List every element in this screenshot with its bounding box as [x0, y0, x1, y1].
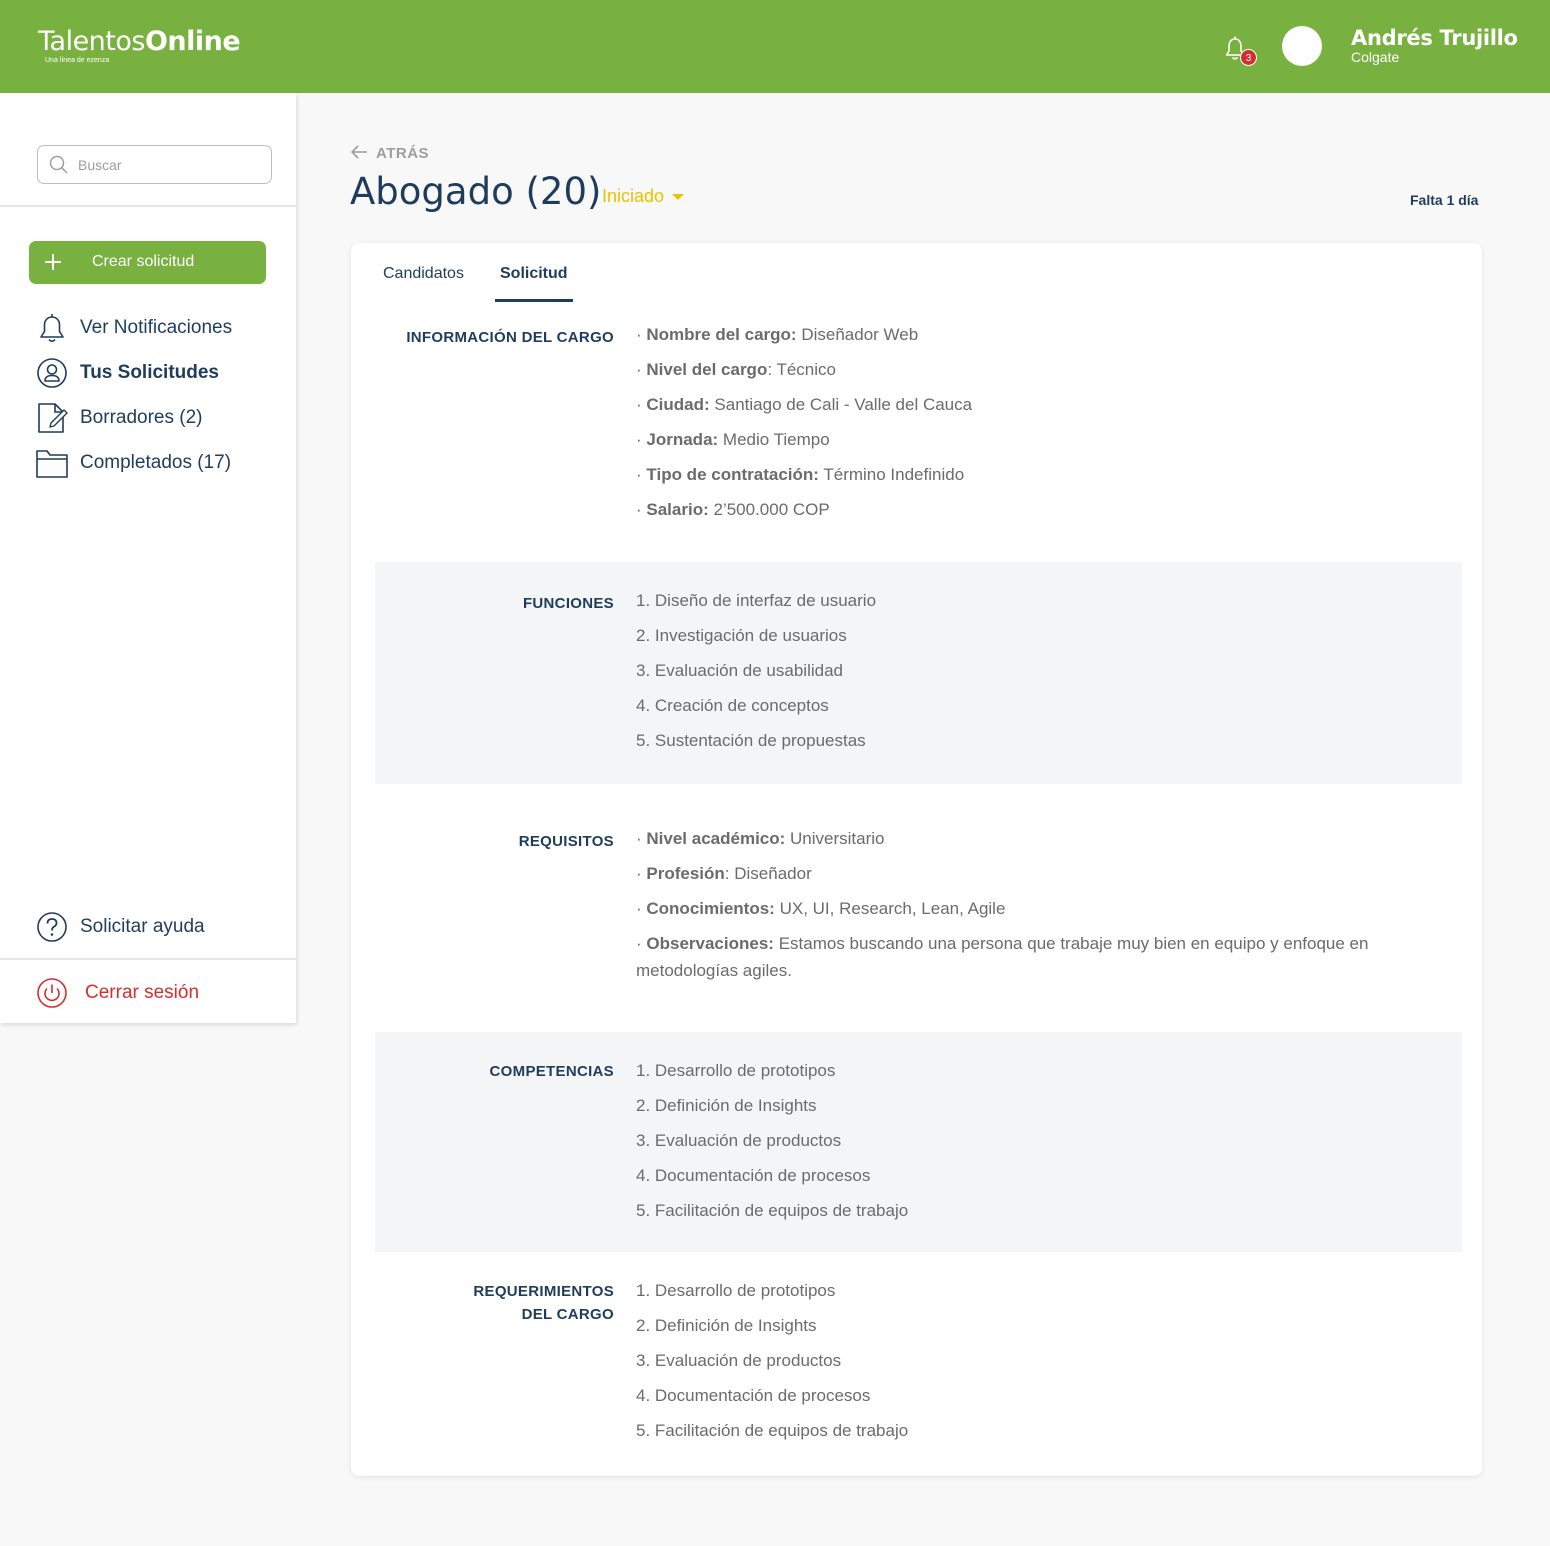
sidebar-item-label: Borradores (2) — [80, 407, 203, 428]
section-requirements: REQUISITOS · Nivel académico: Universita… — [375, 784, 1462, 1032]
folder-icon — [36, 447, 68, 479]
avatar[interactable] — [1282, 26, 1322, 66]
section-job-info: INFORMACIÓN DEL CARGO · Nombre del cargo… — [375, 313, 1462, 562]
section-label: FUNCIONES — [522, 595, 614, 612]
list-item: 4. Documentación de procesos — [636, 1386, 871, 1405]
section-label: REQUISITOS — [518, 833, 614, 850]
request-card: Candidatos Solicitud INFORMACIÓN DEL CAR… — [351, 243, 1482, 1476]
list-item: 2. Definición de Insights — [636, 1316, 817, 1335]
page-title: Abogado (20) — [350, 170, 602, 213]
list-item: · Nombre del cargo: Diseñador Web — [636, 325, 919, 344]
sidebar-item-label: Completados (17) — [80, 452, 232, 473]
top-bar: TalentosOnline Una línea de ezenza 3 And… — [0, 0, 1550, 93]
power-icon — [36, 977, 68, 1009]
logout-button[interactable]: Cerrar sesión — [36, 977, 276, 1009]
search-icon — [49, 155, 69, 180]
sidebar-item-drafts[interactable]: Borradores (2) — [36, 402, 276, 434]
list-item: · Nivel académico: Universitario — [636, 829, 885, 848]
active-tab-indicator — [495, 299, 573, 302]
list-item: · Salario: 2’500.000 COP — [636, 500, 830, 519]
sidebar: Crear solicitud Ver Notificaciones Tus S… — [0, 93, 296, 1023]
document-edit-icon — [36, 402, 68, 434]
sidebar-item-help[interactable]: Solicitar ayuda — [36, 911, 276, 943]
sidebar-item-notifications[interactable]: Ver Notificaciones — [36, 312, 276, 344]
list-item: 3. Evaluación de productos — [636, 1131, 842, 1150]
tab-request[interactable]: Solicitud — [500, 265, 568, 283]
list-item: 5. Facilitación de equipos de trabajo — [636, 1201, 909, 1220]
list-item: 2. Investigación de usuarios — [636, 626, 847, 645]
question-circle-icon — [36, 911, 68, 943]
user-name[interactable]: Andrés Trujillo — [1351, 26, 1518, 50]
status-label: Iniciado — [602, 186, 665, 206]
list-item: · Nivel del cargo: Técnico — [636, 360, 836, 379]
plus-icon — [44, 253, 62, 276]
section-label: INFORMACIÓN DEL CARGO — [406, 329, 614, 346]
sidebar-item-label: Ver Notificaciones — [80, 317, 233, 338]
search-input[interactable] — [78, 155, 258, 175]
section-label: REQUERIMIENTOS DEL CARGO — [473, 1283, 614, 1323]
sidebar-item-completed[interactable]: Completados (17) — [36, 447, 276, 479]
divider — [0, 958, 296, 960]
list-item: 1. Desarrollo de prototipos — [636, 1281, 836, 1300]
list-item: · Conocimientos: UX, UI, Research, Lean,… — [636, 899, 1006, 918]
tab-candidates[interactable]: Candidatos — [383, 265, 464, 283]
list-item: 2. Definición de Insights — [636, 1096, 817, 1115]
section-job-requirements: REQUERIMIENTOS DEL CARGO 1. Desarrollo de… — [375, 1252, 1462, 1462]
section-functions: FUNCIONES 1. Diseño de interfaz de usuar… — [375, 562, 1462, 784]
section-label: COMPETENCIAS — [489, 1063, 614, 1080]
sidebar-item-requests[interactable]: Tus Solicitudes — [36, 357, 276, 389]
list-item: · Profesión: Diseñador — [636, 864, 812, 883]
sidebar-item-label: Tus Solicitudes — [80, 362, 220, 383]
caret-down-icon — [672, 194, 685, 201]
list-item: · Tipo de contratación: Término Indefini… — [636, 465, 965, 484]
section-competencies: COMPETENCIAS 1. Desarrollo de prototipos… — [375, 1032, 1462, 1252]
logo-wordmark: TalentosOnline — [38, 26, 241, 57]
list-item: 4. Creación de conceptos — [636, 696, 829, 715]
logout-label: Cerrar sesión — [85, 982, 200, 1003]
create-request-button[interactable]: Crear solicitud — [29, 241, 266, 284]
sidebar-item-label: Solicitar ayuda — [80, 916, 205, 937]
arrow-left-icon — [350, 144, 368, 164]
bell-icon — [36, 312, 68, 344]
divider — [0, 205, 296, 207]
list-item: 3. Evaluación de usabilidad — [636, 661, 843, 680]
list-item: 3. Evaluación de productos — [636, 1351, 842, 1370]
list-item: 5. Sustentación de propuestas — [636, 731, 866, 750]
logo-tagline: Una línea de ezenza — [45, 57, 110, 64]
search-box[interactable] — [37, 145, 272, 184]
list-item: 1. Diseño de interfaz de usuario — [636, 591, 877, 610]
list-item: 5. Facilitación de equipos de trabajo — [636, 1421, 909, 1440]
list-item: · Observaciones: Estamos buscando una pe… — [636, 934, 1369, 980]
list-item: 4. Documentación de procesos — [636, 1166, 871, 1185]
status-dropdown[interactable]: Iniciado — [602, 186, 685, 207]
user-circle-icon — [36, 357, 68, 389]
list-item: 1. Desarrollo de prototipos — [636, 1061, 836, 1080]
list-item: · Ciudad: Santiago de Cali - Valle del C… — [636, 395, 973, 414]
logo[interactable]: TalentosOnline Una línea de ezenza — [38, 26, 241, 64]
list-item: · Jornada: Medio Tiempo — [636, 430, 830, 449]
user-company: Colgate — [1351, 49, 1400, 65]
notification-count-badge: 3 — [1240, 49, 1257, 66]
back-label: ATRÁS — [376, 145, 430, 162]
create-request-label: Crear solicitud — [92, 253, 195, 270]
deadline-label: Falta 1 día — [1410, 192, 1479, 208]
